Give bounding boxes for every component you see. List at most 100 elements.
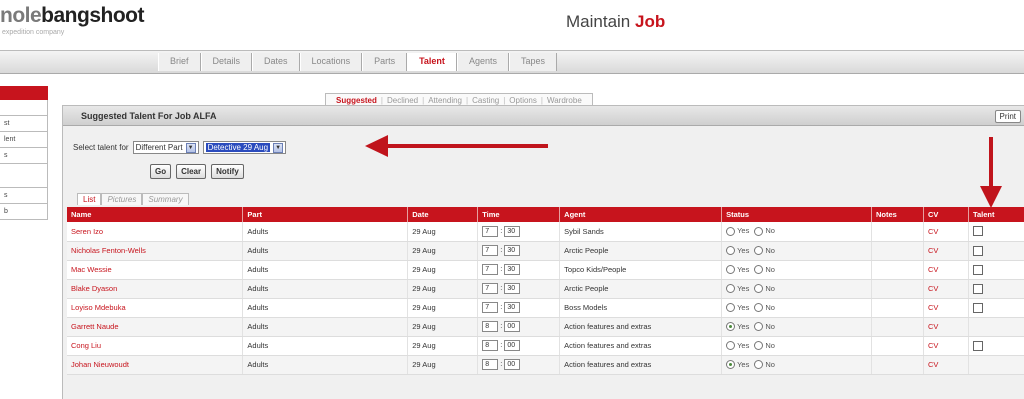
tab-brief[interactable]: Brief — [158, 53, 201, 71]
column-header-part[interactable]: Part — [242, 207, 409, 222]
talent-name-link[interactable]: Nicholas Fenton-Wells — [67, 241, 244, 261]
hour-input[interactable]: 8 — [482, 340, 499, 351]
sidebar-item[interactable]: st — [0, 116, 48, 132]
status-no-label: No — [765, 302, 775, 312]
part-cell: Adults — [242, 298, 409, 318]
part-select[interactable]: Different Part ▼ — [132, 141, 199, 154]
talent-checkbox[interactable] — [972, 283, 983, 294]
talent-name-link[interactable]: Garrett Naude — [67, 317, 244, 337]
column-header-time[interactable]: Time — [477, 207, 561, 222]
tab-agents[interactable]: Agents — [456, 53, 509, 71]
talent-checkbox[interactable] — [972, 302, 983, 313]
tab-details[interactable]: Details — [200, 53, 253, 71]
column-header-status[interactable]: Status — [721, 207, 873, 222]
sub-tab-declined[interactable]: Declined — [383, 96, 422, 105]
sub-tab-suggested[interactable]: Suggested — [332, 96, 381, 105]
go-button[interactable]: Go — [150, 164, 172, 179]
notify-button[interactable]: Notify — [211, 164, 244, 179]
minute-input[interactable]: 00 — [504, 340, 521, 351]
view-tab-list[interactable]: List — [77, 193, 102, 205]
hour-input[interactable]: 8 — [482, 321, 499, 332]
cv-link[interactable]: CV — [923, 241, 969, 261]
tab-parts[interactable]: Parts — [362, 53, 408, 71]
tab-talent[interactable]: Talent — [407, 53, 457, 71]
cv-link[interactable]: CV — [923, 260, 969, 280]
cv-link[interactable]: CV — [923, 317, 969, 337]
status-no-radio[interactable] — [754, 284, 764, 294]
column-header-agent[interactable]: Agent — [559, 207, 723, 222]
hour-input[interactable]: 7 — [482, 264, 499, 275]
status-no-radio[interactable] — [754, 227, 764, 236]
minute-input[interactable]: 00 — [504, 359, 521, 370]
status-no-radio[interactable] — [754, 360, 764, 370]
talent-name-link[interactable]: Johan Nieuwoudt — [67, 355, 244, 375]
chevron-down-icon[interactable]: ▼ — [273, 142, 284, 153]
status-yes-radio[interactable] — [726, 265, 736, 275]
cv-link[interactable]: CV — [923, 222, 969, 242]
sidebar-item[interactable] — [0, 172, 48, 188]
talent-name-link[interactable]: Blake Dyason — [67, 279, 244, 299]
status-yes-radio[interactable] — [726, 227, 736, 236]
clear-button[interactable]: Clear — [176, 164, 207, 179]
talent-name-link[interactable]: Loyiso Mdebuka — [67, 298, 244, 318]
talent-checkbox[interactable] — [972, 340, 983, 351]
sidebar-item[interactable]: s — [0, 148, 48, 164]
hour-input[interactable]: 8 — [482, 359, 499, 370]
tab-dates[interactable]: Dates — [252, 53, 300, 71]
column-header-name[interactable]: Name — [67, 207, 244, 222]
sidebar-item[interactable]: s — [0, 188, 48, 204]
sidebar-item[interactable]: lent — [0, 132, 48, 148]
talent-checkbox[interactable] — [972, 264, 983, 275]
talent-checkbox[interactable] — [972, 245, 983, 256]
minute-input[interactable]: 30 — [504, 283, 521, 294]
column-header-talent[interactable]: Talent — [968, 207, 1024, 222]
talent-name-link[interactable]: Mac Wessie — [67, 260, 244, 280]
sub-tab-casting[interactable]: Casting — [468, 96, 503, 105]
hour-input[interactable]: 7 — [482, 225, 499, 237]
status-no-radio[interactable] — [754, 341, 764, 351]
status-yes-radio[interactable] — [726, 341, 736, 351]
date-select-value: Detective 29 Aug — [205, 143, 271, 152]
tab-tapes[interactable]: Tapes — [508, 53, 557, 71]
chevron-down-icon[interactable]: ▼ — [185, 142, 196, 153]
status-yes-radio[interactable] — [726, 303, 736, 313]
sidebar-item[interactable]: b — [0, 204, 48, 220]
column-header-notes[interactable]: Notes — [871, 207, 924, 222]
talent-name-link[interactable]: Cong Liu — [67, 336, 244, 356]
status-yes-radio[interactable] — [726, 246, 736, 256]
minute-input[interactable]: 30 — [504, 225, 521, 237]
view-tab-summary[interactable]: Summary — [142, 193, 189, 205]
time-separator: : — [500, 226, 503, 236]
tab-locations[interactable]: Locations — [299, 53, 363, 71]
cv-link[interactable]: CV — [923, 298, 969, 318]
sub-tab-attending[interactable]: Attending — [424, 96, 466, 105]
column-header-date[interactable]: Date — [407, 207, 479, 222]
sub-tab-wardrobe[interactable]: Wardrobe — [543, 96, 586, 105]
talent-checkbox[interactable] — [972, 226, 983, 237]
cv-link[interactable]: CV — [923, 279, 969, 299]
status-yes-radio[interactable] — [726, 284, 736, 294]
hour-input[interactable]: 7 — [482, 245, 499, 256]
talent-name-link[interactable]: Seren Izo — [67, 222, 244, 242]
minute-input[interactable]: 00 — [504, 321, 521, 332]
hour-input[interactable]: 7 — [482, 302, 499, 313]
status-yes-radio[interactable] — [726, 360, 736, 370]
time-separator: : — [500, 245, 503, 255]
cv-link[interactable]: CV — [923, 355, 969, 375]
cv-link[interactable]: CV — [923, 336, 969, 356]
status-no-radio[interactable] — [754, 303, 764, 313]
date-select[interactable]: Detective 29 Aug ▼ — [202, 141, 287, 154]
column-header-cv[interactable]: CV — [923, 207, 969, 222]
minute-input[interactable]: 30 — [504, 302, 521, 313]
status-yes-radio[interactable] — [726, 322, 736, 332]
view-tab-pictures[interactable]: Pictures — [101, 193, 143, 205]
print-button[interactable]: Print — [994, 110, 1021, 123]
minute-input[interactable]: 30 — [504, 245, 521, 256]
hour-input[interactable]: 7 — [482, 283, 499, 294]
status-no-radio[interactable] — [754, 322, 764, 332]
minute-input[interactable]: 30 — [504, 264, 521, 275]
sidebar-item[interactable] — [0, 100, 48, 116]
status-no-radio[interactable] — [754, 246, 764, 256]
sub-tab-options[interactable]: Options — [505, 96, 541, 105]
status-no-radio[interactable] — [754, 265, 764, 275]
